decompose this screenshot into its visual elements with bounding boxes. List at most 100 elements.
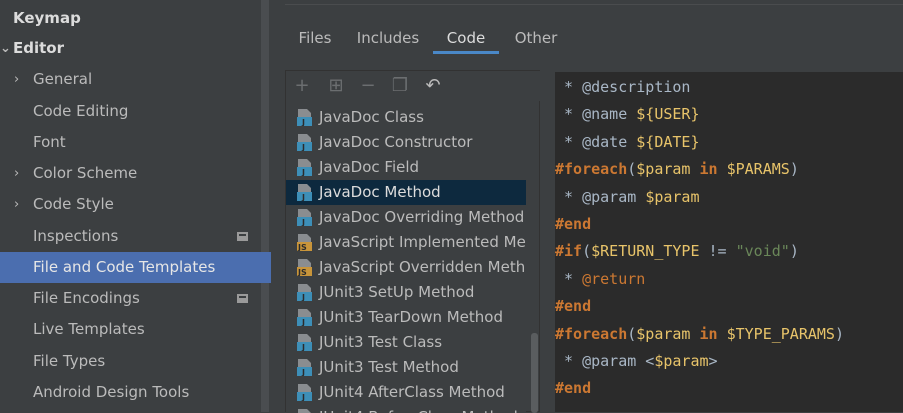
list-item[interactable]: J JavaDoc Constructor	[286, 130, 526, 155]
sidebar-item-label: Live Templates	[33, 320, 145, 338]
sidebar-item[interactable]: › Color Scheme	[0, 158, 270, 189]
code-line[interactable]: #if($RETURN_TYPE != "void")	[555, 238, 799, 265]
sidebar-item[interactable]: › Code Style	[0, 189, 270, 220]
sidebar-item-label: Keymap	[13, 9, 81, 27]
java-file-icon: J	[297, 384, 312, 401]
javascript-file-icon: JS	[297, 259, 312, 276]
list-item[interactable]: J JUnit3 TearDown Method	[286, 305, 526, 330]
sidebar-item[interactable]: Keymap	[0, 3, 270, 34]
sidebar-item-label: Code Editing	[33, 102, 129, 120]
list-item[interactable]: J JavaDoc Class	[286, 105, 526, 130]
template-name: JavaDoc Field	[319, 158, 420, 176]
code-token: in	[690, 324, 727, 343]
sidebar-item[interactable]: File and Code Templates	[0, 252, 271, 283]
sidebar-item[interactable]: Live Templates	[0, 314, 270, 345]
code-token: (	[627, 324, 637, 343]
scrollbar-thumb[interactable]	[531, 333, 538, 413]
code-token: )	[789, 160, 799, 179]
chevron-right-icon[interactable]: ›	[14, 158, 19, 189]
chevron-down-icon[interactable]: ⌄	[0, 33, 11, 64]
add-icon[interactable]: +	[292, 76, 312, 96]
code-token: #foreach	[555, 324, 628, 343]
code-line[interactable]: * @date ${DATE}	[555, 129, 699, 156]
code-token: #if	[555, 242, 583, 261]
template-code-editor[interactable]: * @description * @name ${USER} * @date $…	[555, 72, 903, 412]
code-token: )	[834, 324, 844, 343]
template-name: JavaDoc Overriding Method	[319, 208, 525, 226]
list-item[interactable]: J JUnit4 AfterClass Method	[286, 380, 526, 405]
code-token: $RETURN_TYPE	[591, 242, 700, 261]
sidebar-item[interactable]: File Types	[0, 346, 270, 377]
template-name: JavaDoc Method	[319, 183, 441, 201]
code-line[interactable]: * @return	[555, 266, 645, 293]
list-item[interactable]: JS JavaScript Implemented Method	[286, 230, 526, 255]
template-name: JavaDoc Class	[319, 108, 424, 126]
code-token: * @name	[555, 105, 637, 124]
java-file-icon: J	[297, 184, 312, 201]
file-icon-letter: JS	[297, 243, 307, 251]
tab-other[interactable]: Other	[507, 22, 565, 54]
sidebar-item[interactable]: › General	[0, 64, 270, 95]
code-token: #foreach	[555, 160, 628, 179]
sidebar-item[interactable]: Android Design Tools	[0, 377, 270, 408]
list-item[interactable]: J JUnit3 Test Method	[286, 355, 526, 380]
chevron-right-icon[interactable]: ›	[14, 189, 19, 220]
copy-add-icon[interactable]: ⊞	[326, 76, 346, 96]
template-name: JavaDoc Constructor	[319, 133, 473, 151]
sidebar-item[interactable]: Code Editing	[0, 96, 270, 127]
remove-icon[interactable]: −	[358, 76, 378, 96]
code-line[interactable]: #foreach($param in $TYPE_PARAMS)	[555, 321, 844, 348]
template-list[interactable]: J JavaDoc Class J JavaDoc Constructor J JavaD…	[286, 101, 526, 413]
list-item[interactable]: JS JavaScript Overridden Method B	[286, 255, 526, 280]
list-item[interactable]: J JUnit3 SetUp Method	[286, 280, 526, 305]
code-token: in	[690, 160, 727, 179]
reset-icon[interactable]: ↶	[423, 76, 443, 96]
code-token: *	[555, 269, 583, 288]
code-token: * @description	[555, 78, 691, 96]
tab-files[interactable]: Files	[285, 22, 345, 54]
tab-includes[interactable]: Includes	[353, 22, 423, 54]
sidebar-item[interactable]: Font	[0, 127, 270, 158]
template-list-scrollbar[interactable]	[528, 101, 540, 413]
sidebar-item[interactable]: File Encodings	[0, 283, 270, 314]
code-line[interactable]: * @param <$param>	[555, 348, 718, 375]
code-line[interactable]: * @param $param	[555, 184, 699, 211]
code-token: $PARAMS	[726, 160, 790, 179]
file-icon-letter: J	[301, 293, 305, 301]
code-line[interactable]: * @name ${USER}	[555, 101, 699, 128]
sidebar-item[interactable]: Inspections	[0, 221, 270, 252]
code-line[interactable]: #end	[555, 293, 591, 320]
file-icon-letter: J	[301, 343, 305, 351]
tab-code[interactable]: Code	[433, 22, 499, 54]
code-token: (	[627, 160, 637, 179]
sidebar-item[interactable]: ⌄ Editor	[0, 33, 270, 64]
settings-tree-scrollbar[interactable]	[260, 0, 270, 412]
sidebar-item-label: File and Code Templates	[33, 258, 216, 276]
file-icon-letter: J	[301, 368, 305, 376]
file-icon-letter: J	[301, 118, 305, 126]
list-item[interactable]: J JUnit3 Test Class	[286, 330, 526, 355]
java-file-icon: J	[297, 134, 312, 151]
code-line[interactable]: #end	[555, 211, 591, 238]
code-line[interactable]: #foreach($param in $PARAMS)	[555, 156, 799, 183]
java-file-icon: J	[297, 334, 312, 351]
code-token: !=	[699, 242, 736, 261]
scrollbar-thumb[interactable]	[261, 0, 269, 412]
sidebar-item-label: File Types	[33, 352, 106, 370]
java-file-icon: J	[297, 109, 312, 126]
list-item[interactable]: J JavaDoc Method	[286, 180, 526, 205]
chevron-right-icon[interactable]: ›	[14, 64, 19, 95]
template-name: JUnit3 Test Method	[319, 358, 459, 376]
duplicate-icon[interactable]: ❐	[390, 76, 410, 96]
code-token: >	[708, 352, 718, 370]
list-item[interactable]: J JavaDoc Overriding Method	[286, 205, 526, 230]
project-scope-icon	[237, 294, 248, 303]
code-line[interactable]: #end	[555, 375, 591, 402]
settings-tree: Keymap ⌄ Editor › General Code Editing Font › Co…	[0, 0, 271, 412]
java-file-icon: J	[297, 359, 312, 376]
sidebar-item-label: Font	[33, 133, 66, 151]
file-icon-letter: J	[301, 218, 305, 226]
code-line[interactable]: * @description	[555, 74, 690, 101]
list-item[interactable]: J JavaDoc Field	[286, 155, 526, 180]
code-token: )	[789, 242, 799, 261]
